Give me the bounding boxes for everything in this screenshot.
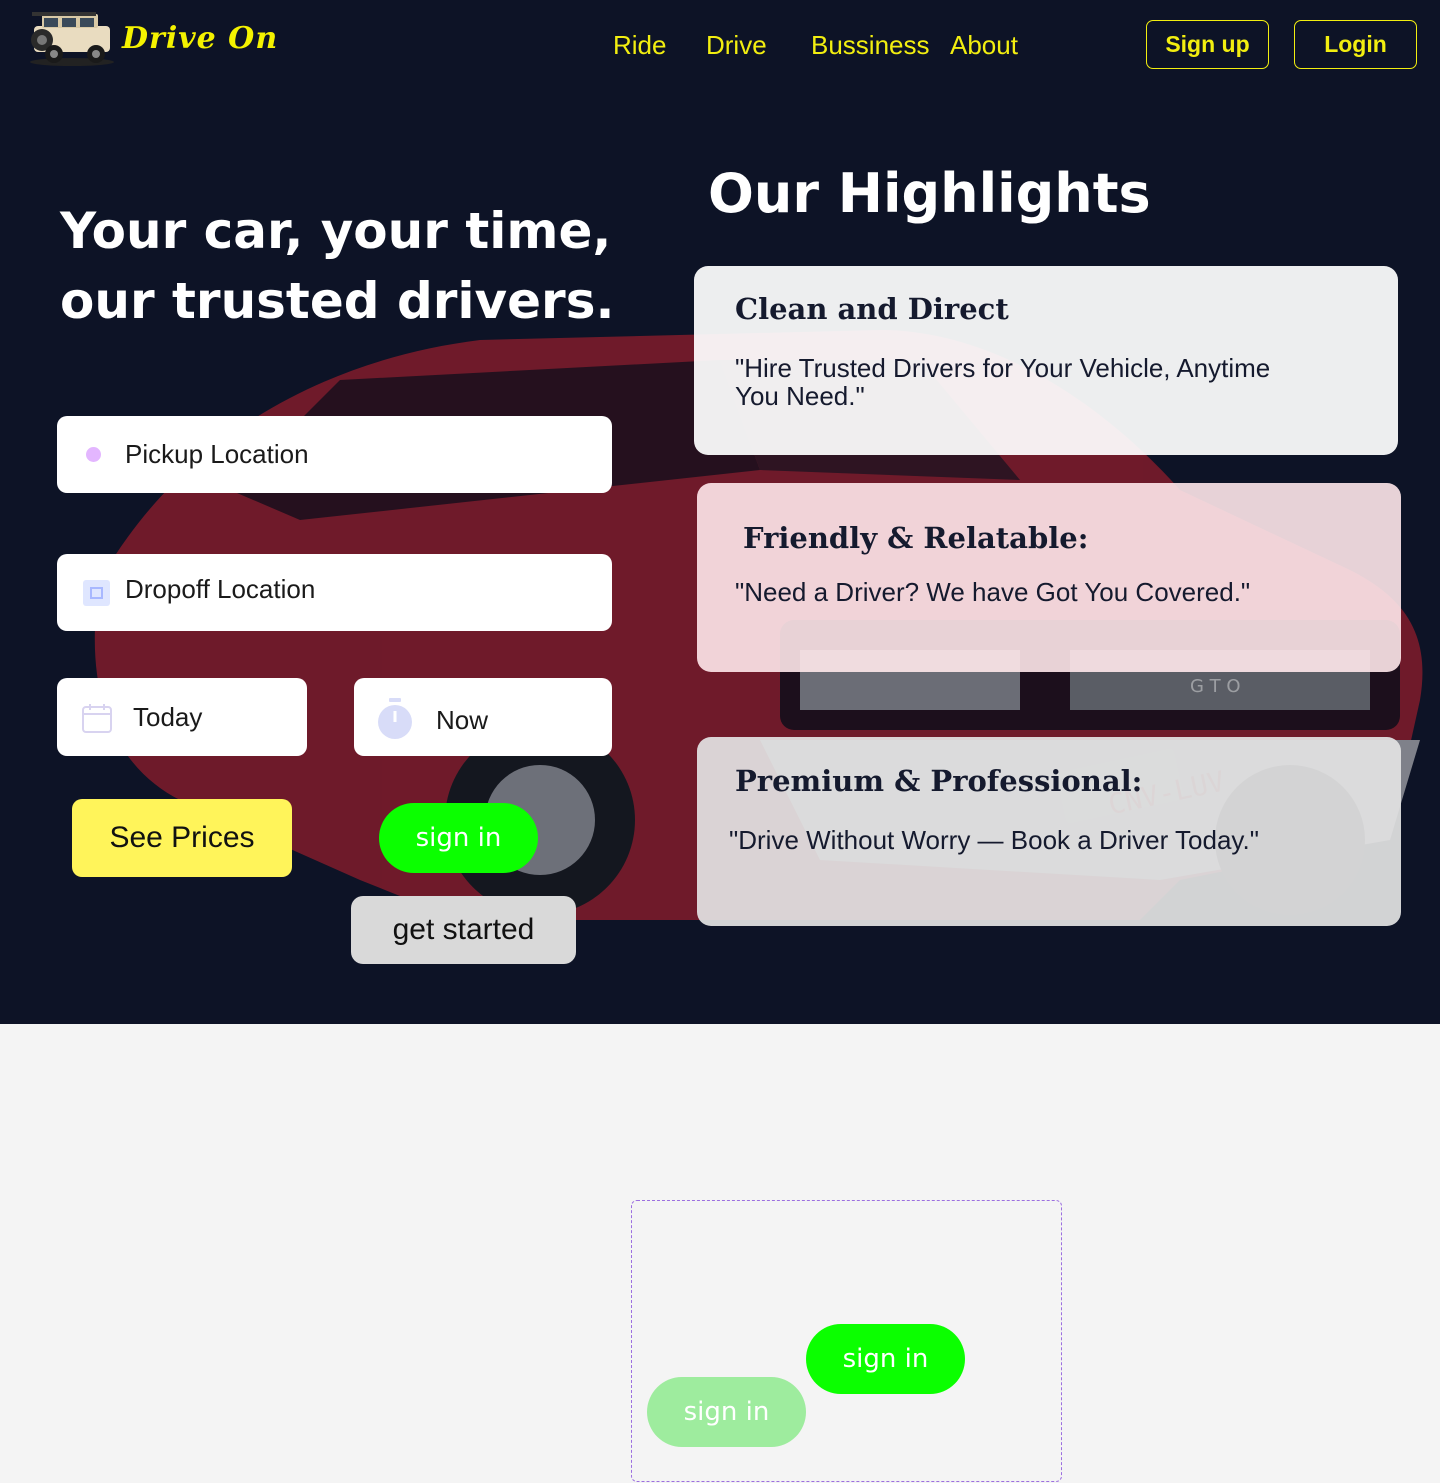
highlight-card-premium: Premium & Professional: "Drive Without W… [697, 737, 1401, 926]
highlight-card-clean: Clean and Direct "Hire Trusted Drivers f… [694, 266, 1398, 455]
nav-link-bussiness[interactable]: Bussiness [811, 30, 930, 61]
time-picker[interactable]: Now [354, 678, 612, 756]
preview-sign-in-button[interactable]: sign in [806, 1324, 965, 1394]
calendar-icon [81, 702, 113, 741]
highlight-card-title: Premium & Professional: [735, 764, 1143, 798]
login-button[interactable]: Login [1294, 20, 1417, 69]
date-picker[interactable]: Today [57, 678, 307, 756]
hero-section: CNV-LUV G T O Drive On Ride Drive Bussin… [0, 0, 1440, 1024]
highlight-card-title: Friendly & Relatable: [743, 521, 1089, 555]
dropoff-square-icon [82, 579, 111, 607]
nav-link-about[interactable]: About [950, 30, 1018, 61]
pickup-placeholder: Pickup Location [125, 439, 309, 469]
date-value: Today [133, 702, 203, 732]
highlight-card-quote: "Drive Without Worry — Book a Driver Tod… [729, 825, 1259, 855]
stopwatch-icon [376, 696, 414, 747]
highlight-card-title: Clean and Direct [735, 292, 1009, 326]
dropoff-placeholder: Dropoff Location [125, 574, 316, 604]
jeep-logo-icon [30, 12, 114, 66]
pickup-dot-icon [86, 447, 101, 462]
nav-link-drive[interactable]: Drive [706, 30, 767, 61]
car-badge-text: G T O [1190, 676, 1241, 697]
dropoff-location-input[interactable]: Dropoff Location [57, 554, 612, 631]
highlight-card-friendly: Friendly & Relatable: "Need a Driver? We… [697, 483, 1401, 672]
highlights-title: Our Highlights [708, 162, 1151, 225]
see-prices-button[interactable]: See Prices [72, 799, 292, 877]
brand-name: Drive On [122, 20, 279, 56]
brand-logo[interactable]: Drive On [28, 8, 278, 68]
highlight-card-quote: "Hire Trusted Drivers for Your Vehicle, … [735, 353, 1271, 411]
sign-in-button[interactable]: sign in [379, 803, 538, 873]
hero-headline: Your car, your time, our trusted drivers… [60, 202, 615, 330]
signup-button[interactable]: Sign up [1146, 20, 1269, 69]
nav-link-ride[interactable]: Ride [613, 30, 666, 61]
preview-sign-in-faded-button[interactable]: sign in [647, 1377, 806, 1447]
pickup-location-input[interactable]: Pickup Location [57, 416, 612, 493]
highlight-card-quote: "Need a Driver? We have Got You Covered.… [735, 577, 1251, 607]
get-started-button[interactable]: get started [351, 896, 576, 964]
time-value: Now [436, 705, 489, 735]
